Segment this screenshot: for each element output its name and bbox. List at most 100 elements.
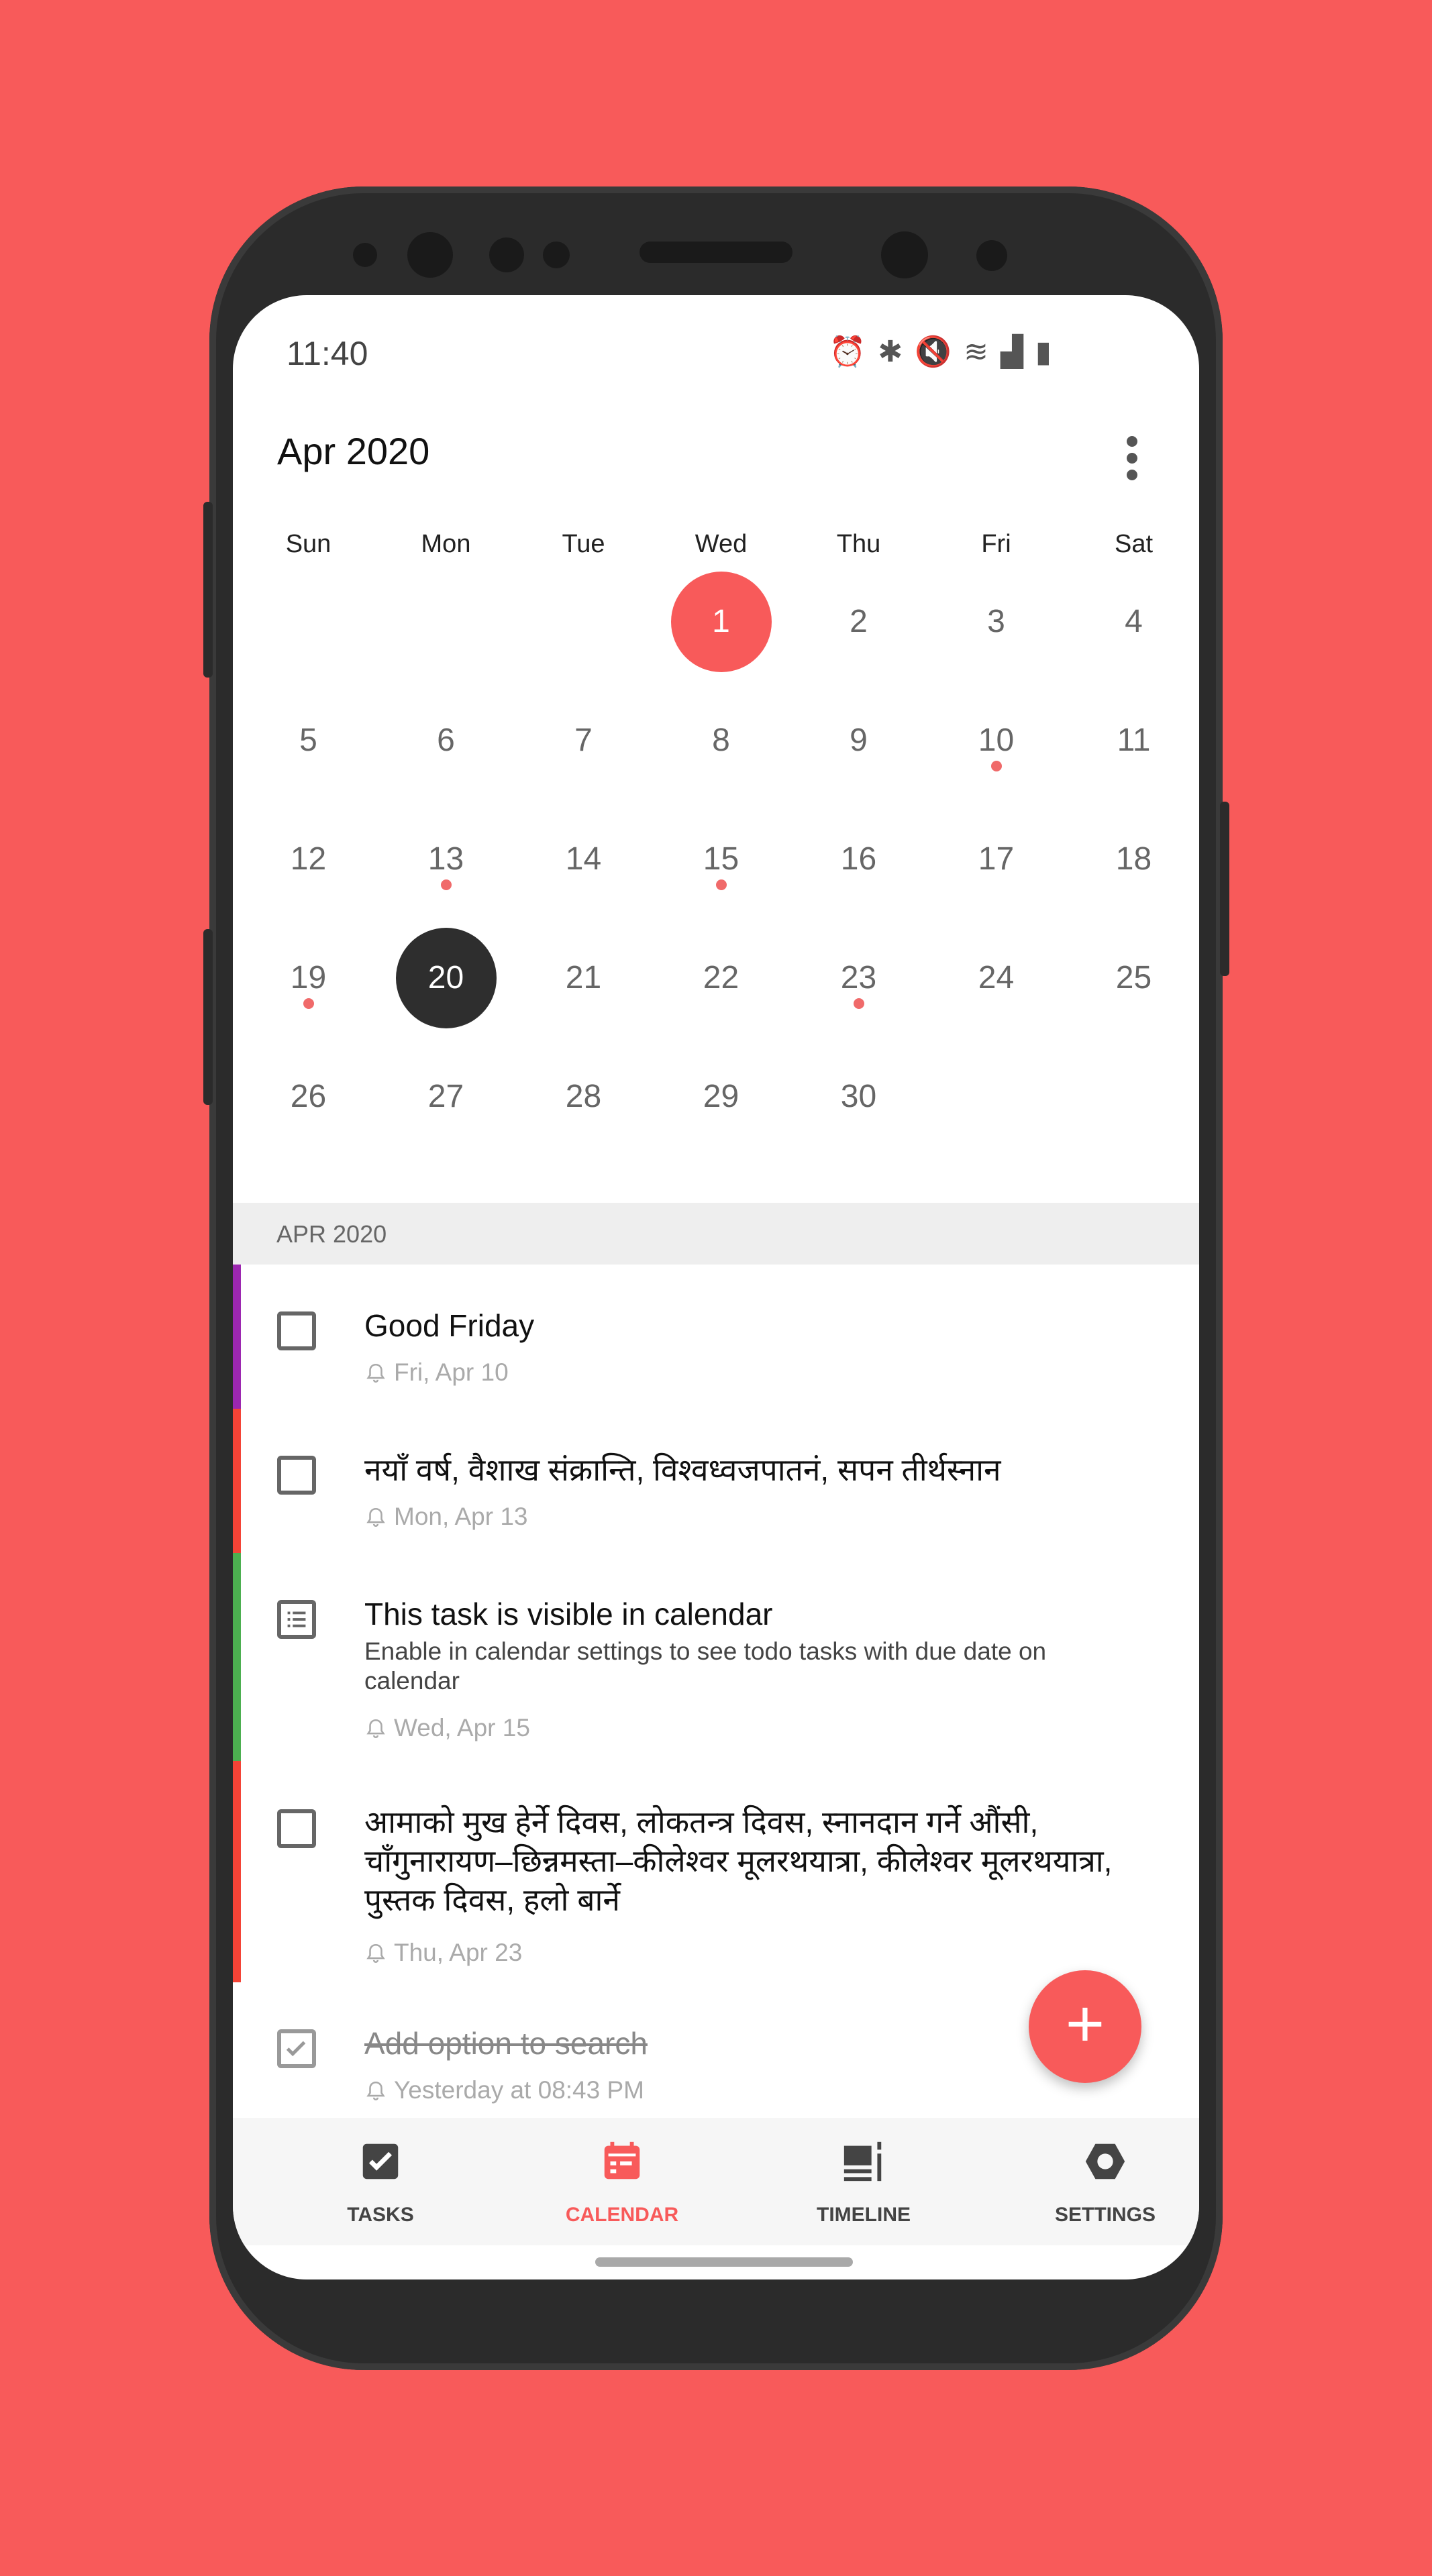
bell-icon bbox=[366, 1719, 385, 1738]
tasks-icon bbox=[362, 2143, 399, 2180]
calendar-day[interactable]: 19 bbox=[258, 928, 359, 1028]
calendar-day[interactable]: 7 bbox=[533, 690, 634, 791]
nav-settings[interactable]: SETTINGS bbox=[1005, 2118, 1199, 2245]
weekday-header: Tue bbox=[562, 530, 605, 558]
task-reminder: Mon, Apr 13 bbox=[364, 1503, 528, 1531]
task-date: Yesterday at 08:43 PM bbox=[394, 2076, 644, 2104]
event-dot bbox=[303, 998, 314, 1009]
add-task-button[interactable]: + bbox=[1029, 1970, 1141, 2083]
task-title: आमाको मुख हेर्ने दिवस, लोकतन्त्र दिवस, स… bbox=[364, 1805, 1113, 1917]
month-title[interactable]: Apr 2020 bbox=[277, 429, 429, 473]
task-item[interactable]: This task is visible in calendar Enable i… bbox=[233, 1553, 1199, 1762]
bluetooth-icon: ✱ bbox=[878, 335, 903, 368]
nav-tasks-label: TASKS bbox=[347, 2204, 414, 2226]
calendar-day[interactable]: 26 bbox=[258, 1046, 359, 1147]
section-label: APR 2020 bbox=[276, 1220, 387, 1248]
calendar-day[interactable]: 25 bbox=[1084, 928, 1184, 1028]
signal-icon: ▟ bbox=[1000, 335, 1023, 368]
task-reminder: Thu, Apr 23 bbox=[364, 1939, 522, 1967]
bell-icon bbox=[366, 1943, 385, 1963]
battery-icon: ▮ bbox=[1035, 335, 1052, 368]
front-camera bbox=[407, 232, 453, 278]
task-date: Fri, Apr 10 bbox=[394, 1358, 509, 1386]
bell-icon bbox=[366, 1363, 385, 1383]
nav-tasks[interactable]: TASKS bbox=[280, 2118, 481, 2245]
calendar-day[interactable]: 6 bbox=[396, 690, 497, 791]
calendar-day[interactable]: 11 bbox=[1084, 690, 1184, 791]
task-item[interactable]: आमाको मुख हेर्ने दिवस, लोकतन्त्र दिवस, स… bbox=[233, 1761, 1199, 1984]
nav-calendar[interactable]: CALENDAR bbox=[521, 2118, 723, 2245]
event-dot bbox=[440, 879, 452, 890]
status-time: 11:40 bbox=[287, 335, 368, 372]
calendar-day[interactable]: 13 bbox=[396, 809, 497, 910]
calendar-day[interactable]: 22 bbox=[671, 928, 772, 1028]
task-reminder: Fri, Apr 10 bbox=[364, 1358, 509, 1387]
wifi-icon: ≋ bbox=[964, 335, 988, 368]
calendar-day[interactable]: 3 bbox=[946, 572, 1047, 672]
task-title: Add option to search bbox=[364, 2026, 648, 2061]
event-dot bbox=[853, 998, 864, 1009]
task-date: Mon, Apr 13 bbox=[394, 1503, 528, 1530]
calendar-day[interactable]: 1 bbox=[670, 572, 772, 672]
calendar-day[interactable]: 16 bbox=[809, 809, 909, 910]
calendar-day[interactable]: 28 bbox=[533, 1046, 634, 1147]
task-checkbox[interactable] bbox=[277, 1311, 316, 1350]
calendar-day[interactable]: 2 bbox=[809, 572, 909, 672]
calendar-day[interactable]: 4 bbox=[1084, 572, 1184, 672]
calendar-day[interactable]: 18 bbox=[1084, 809, 1184, 910]
calendar-day[interactable]: 20 bbox=[395, 928, 497, 1028]
weekday-header: Sat bbox=[1114, 530, 1154, 558]
weekday-header: Fri bbox=[981, 530, 1011, 558]
app-screen: 11:40 ⏰ ✱ 🔇 ≋ ▟ ▮ Apr 2020 Sun Mon Tue Wed T… bbox=[233, 295, 1199, 2279]
calendar-day[interactable]: 17 bbox=[946, 809, 1047, 910]
task-title: नयाँ वर्ष, वैशाख संक्रान्ति, विश्वध्वजपा… bbox=[364, 1452, 1001, 1487]
home-indicator[interactable] bbox=[595, 2257, 853, 2267]
more-options-icon[interactable] bbox=[1125, 436, 1139, 480]
weekday-header: Mon bbox=[421, 530, 471, 558]
calendar-day[interactable]: 10 bbox=[946, 690, 1047, 791]
nav-timeline-label: TIMELINE bbox=[817, 2204, 911, 2226]
calendar-day[interactable]: 30 bbox=[809, 1046, 909, 1147]
calendar-day[interactable]: 29 bbox=[671, 1046, 772, 1147]
calendar-day[interactable]: 9 bbox=[809, 690, 909, 791]
calendar-day[interactable]: 21 bbox=[533, 928, 634, 1028]
mute-icon: 🔇 bbox=[915, 335, 952, 368]
volume-button-lower bbox=[203, 929, 213, 1105]
task-item[interactable]: Good Friday Fri, Apr 10 bbox=[233, 1265, 1199, 1410]
task-item[interactable]: नयाँ वर्ष, वैशाख संक्रान्ति, विश्वध्वजपा… bbox=[233, 1409, 1199, 1554]
task-date: Wed, Apr 15 bbox=[394, 1714, 530, 1741]
calendar-day[interactable]: 24 bbox=[946, 928, 1047, 1028]
calendar-day[interactable]: 12 bbox=[258, 809, 359, 910]
bell-icon bbox=[366, 1507, 385, 1527]
front-sensor bbox=[353, 243, 377, 267]
calendar-day[interactable]: 5 bbox=[258, 690, 359, 791]
volume-button bbox=[203, 502, 213, 678]
weekday-header: Thu bbox=[836, 530, 881, 558]
event-dot bbox=[715, 879, 727, 890]
status-bar: 11:40 ⏰ ✱ 🔇 ≋ ▟ ▮ bbox=[233, 295, 1199, 416]
task-reminder: Wed, Apr 15 bbox=[364, 1714, 530, 1742]
task-checkbox[interactable] bbox=[277, 1456, 316, 1495]
task-list-icon[interactable] bbox=[277, 1600, 316, 1639]
task-checkbox[interactable] bbox=[277, 1809, 316, 1848]
task-color-bar bbox=[233, 1761, 241, 1982]
task-date: Thu, Apr 23 bbox=[394, 1939, 523, 1966]
task-color-bar bbox=[233, 1409, 241, 1553]
weekday-header: Wed bbox=[695, 530, 748, 558]
task-description: Enable in calendar settings to see todo … bbox=[364, 1638, 1047, 1695]
calendar-day[interactable]: 14 bbox=[533, 809, 634, 910]
calendar-day[interactable]: 8 bbox=[671, 690, 772, 791]
power-button bbox=[1220, 802, 1229, 976]
calendar-day[interactable]: 23 bbox=[809, 928, 909, 1028]
nav-calendar-label: CALENDAR bbox=[565, 2204, 679, 2226]
timeline-icon bbox=[843, 2141, 882, 2182]
calendar-icon bbox=[604, 2141, 640, 2180]
alarm-icon: ⏰ bbox=[829, 335, 866, 368]
task-title: This task is visible in calendar bbox=[364, 1597, 773, 1631]
task-checkbox-checked[interactable] bbox=[277, 2029, 316, 2068]
front-sensor-2 bbox=[489, 237, 524, 272]
task-reminder: Yesterday at 08:43 PM bbox=[364, 2076, 644, 2104]
calendar-day[interactable]: 15 bbox=[671, 809, 772, 910]
nav-timeline[interactable]: TIMELINE bbox=[763, 2118, 964, 2245]
calendar-day[interactable]: 27 bbox=[396, 1046, 497, 1147]
